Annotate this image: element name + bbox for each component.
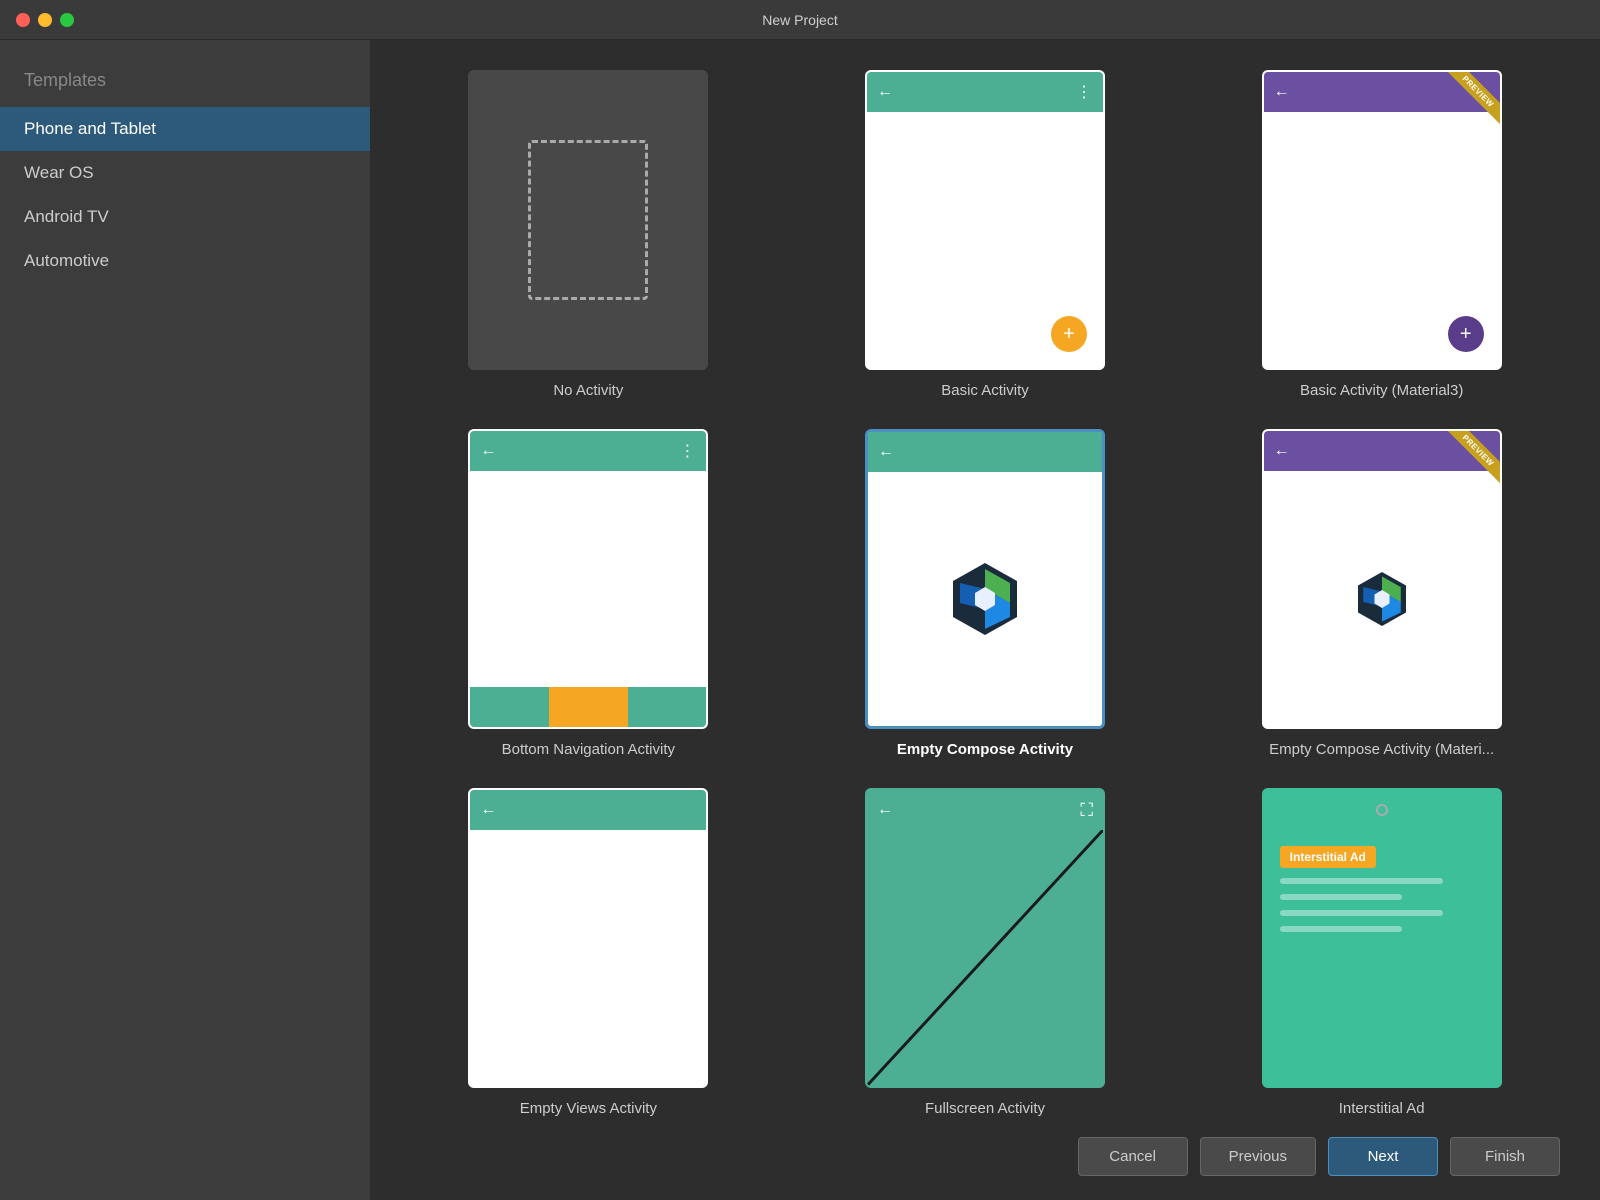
sidebar-item-automotive[interactable]: Automotive	[0, 239, 370, 283]
template-empty-compose[interactable]: ←	[807, 429, 1164, 758]
thumbnail-basic-material3: ← ⋮ +	[1262, 70, 1502, 370]
template-bottom-nav[interactable]: ← ⋮ Bottom Navigation Activity	[410, 429, 767, 758]
menu-dots-icon: ⋮	[1076, 82, 1093, 102]
toolbar-compose: ←	[868, 432, 1102, 472]
compose-logo-area	[868, 472, 1102, 726]
thumbnail-basic-activity: ← ⋮ +	[865, 70, 1105, 370]
template-label-empty-activity: Empty Views Activity	[520, 1100, 657, 1117]
interstitial-dot-icon	[1376, 804, 1388, 816]
sidebar-item-wear-os[interactable]: Wear OS	[0, 151, 370, 195]
compose-hex-icon	[945, 559, 1025, 639]
template-basic-material3[interactable]: ← ⋮ + Basic Activity (Material3)	[1203, 70, 1560, 399]
content-empty	[470, 830, 706, 1086]
bottom-tab-2	[549, 687, 628, 727]
content-material3: +	[1264, 112, 1500, 368]
template-label-basic-material3: Basic Activity (Material3)	[1300, 382, 1463, 399]
content-fullscreen	[867, 830, 1103, 1086]
menu-dots-icon: ⋮	[679, 441, 696, 461]
expand-icon: ⛶	[1080, 800, 1093, 821]
thumbnail-empty-compose-material: ←	[1262, 429, 1502, 729]
dashed-rect	[528, 140, 648, 300]
thumbnail-fullscreen: ← ⛶	[865, 788, 1105, 1088]
previous-button[interactable]: Previous	[1200, 1137, 1316, 1176]
finish-button[interactable]: Finish	[1450, 1137, 1560, 1176]
template-basic-activity[interactable]: ← ⋮ + Basic Activity	[807, 70, 1164, 399]
cancel-button[interactable]: Cancel	[1078, 1137, 1188, 1176]
compose-logo-area-material	[1264, 471, 1500, 727]
thumbnail-empty-activity: ←	[468, 788, 708, 1088]
interstitial-ad-badge: Interstitial Ad	[1280, 846, 1376, 868]
template-empty-activity[interactable]: ← Empty Views Activity	[410, 788, 767, 1117]
preview-badge-compose-material	[1440, 431, 1500, 491]
preview-badge	[1440, 72, 1500, 132]
back-arrow-icon: ←	[1274, 442, 1290, 460]
content-basic: +	[867, 112, 1103, 368]
next-button[interactable]: Next	[1328, 1137, 1438, 1176]
interstitial-body: Interstitial Ad	[1264, 830, 1500, 1086]
toolbar-basic: ← ⋮	[867, 72, 1103, 112]
thumbnail-empty-compose: ←	[865, 429, 1105, 729]
template-interstitial-ad[interactable]: Interstitial Ad Interstitial Ad	[1203, 788, 1560, 1117]
template-label-bottom-nav: Bottom Navigation Activity	[502, 741, 675, 758]
title-bar: New Project	[0, 0, 1600, 40]
back-arrow-icon: ←	[480, 442, 496, 460]
back-arrow-icon: ←	[878, 443, 894, 461]
content-bottom-nav	[470, 471, 706, 687]
interstitial-line-3	[1280, 910, 1443, 916]
window-title: New Project	[762, 12, 837, 28]
back-arrow-icon: ←	[480, 801, 496, 819]
toolbar-fullscreen: ← ⛶	[867, 790, 1103, 830]
thumbnail-bottom-nav: ← ⋮	[468, 429, 708, 729]
maximize-button[interactable]	[60, 13, 74, 27]
interstitial-line-2	[1280, 894, 1402, 900]
fab-material3: +	[1448, 316, 1484, 352]
sidebar-item-phone-tablet[interactable]: Phone and Tablet	[0, 107, 370, 151]
template-fullscreen[interactable]: ← ⛶ Fullscreen Activity	[807, 788, 1164, 1117]
back-arrow-icon: ←	[877, 801, 893, 819]
back-arrow-icon: ←	[877, 83, 893, 101]
toolbar-bottom-nav: ← ⋮	[470, 431, 706, 471]
compose-hex-icon-material	[1352, 569, 1412, 629]
diagonal-line-svg	[867, 830, 1103, 1086]
close-button[interactable]	[16, 13, 30, 27]
template-empty-compose-material[interactable]: ← Empty Compose Activity	[1203, 429, 1560, 758]
traffic-lights	[16, 13, 74, 27]
interstitial-line-4	[1280, 926, 1402, 932]
main-container: Templates Phone and Tablet Wear OS Andro…	[0, 40, 1600, 1200]
sidebar-item-android-tv[interactable]: Android TV	[0, 195, 370, 239]
template-label-no-activity: No Activity	[553, 382, 623, 399]
interstitial-line-1	[1280, 878, 1443, 884]
bottom-nav-bar	[470, 687, 706, 727]
back-arrow-icon: ←	[1274, 83, 1290, 101]
template-label-empty-compose-material: Empty Compose Activity (Materi...	[1269, 741, 1494, 758]
sidebar: Templates Phone and Tablet Wear OS Andro…	[0, 40, 370, 1200]
template-label-empty-compose: Empty Compose Activity	[897, 741, 1073, 758]
template-label-interstitial-ad: Interstitial Ad	[1339, 1100, 1425, 1117]
bottom-tab-1	[470, 687, 549, 727]
fab-basic: +	[1051, 316, 1087, 352]
template-no-activity[interactable]: No Activity	[410, 70, 767, 399]
content-area: No Activity ← ⋮ + Basic Activity	[370, 40, 1600, 1121]
thumbnail-no-activity	[468, 70, 708, 370]
bottom-tab-3	[628, 687, 707, 727]
interstitial-top-bar	[1264, 790, 1500, 830]
template-label-basic-activity: Basic Activity	[941, 382, 1029, 399]
bottom-bar: Cancel Previous Next Finish	[370, 1121, 1600, 1200]
thumbnail-interstitial-ad: Interstitial Ad	[1262, 788, 1502, 1088]
templates-grid: No Activity ← ⋮ + Basic Activity	[410, 70, 1560, 1117]
template-label-fullscreen: Fullscreen Activity	[925, 1100, 1045, 1117]
toolbar-empty: ←	[470, 790, 706, 830]
sidebar-title: Templates	[0, 60, 370, 107]
minimize-button[interactable]	[38, 13, 52, 27]
